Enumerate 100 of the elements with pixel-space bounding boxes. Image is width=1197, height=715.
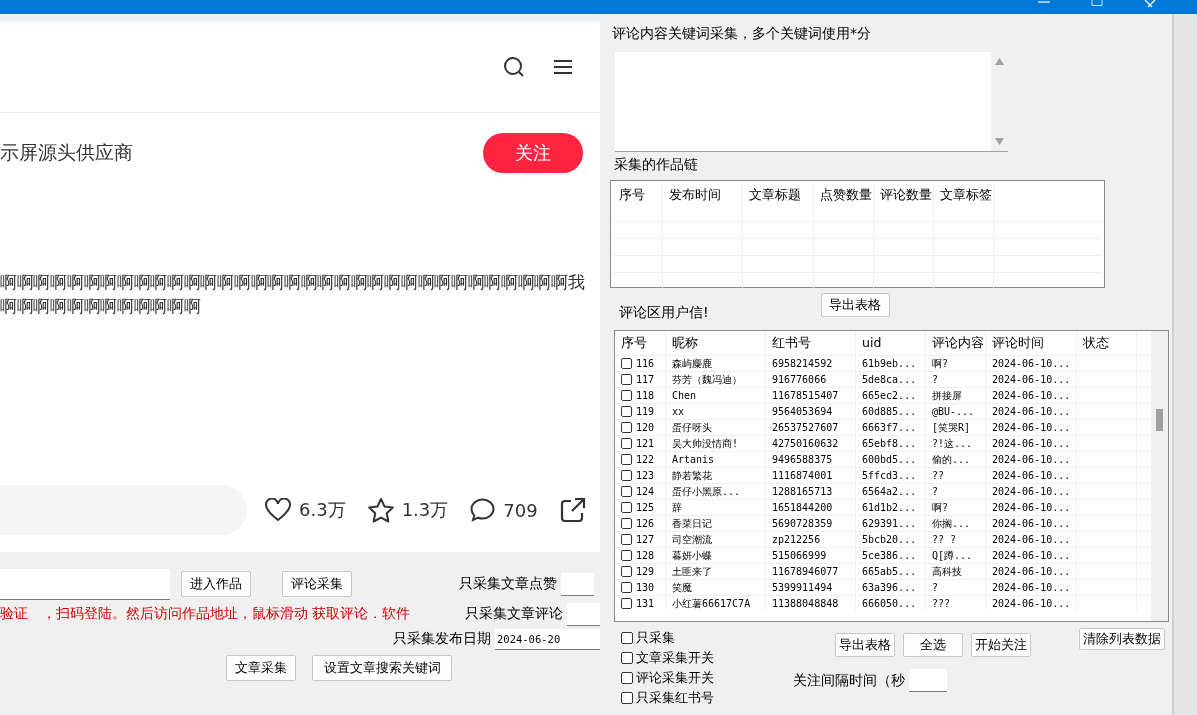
- table-cell: 啊?: [926, 500, 986, 515]
- table-cell: 司空潮流: [666, 532, 766, 547]
- table-cell: 笑魔: [666, 580, 766, 595]
- row-checkbox[interactable]: [621, 390, 632, 401]
- table-cell: [笑哭R]: [926, 420, 986, 435]
- table-cell: 辞: [666, 500, 766, 515]
- action-button[interactable]: 全选: [903, 633, 963, 657]
- search-icon[interactable]: [503, 56, 525, 78]
- close-icon[interactable]: [1143, 0, 1157, 8]
- table-cell: 吴大帅没情商!: [666, 436, 766, 451]
- column-header[interactable]: 评论内容: [926, 331, 986, 355]
- date-field[interactable]: 2024-06-20: [495, 628, 600, 650]
- table-cell: 5ffcd3...: [856, 468, 926, 483]
- column-header[interactable]: 序号: [615, 331, 666, 355]
- table-cell: 629391...: [856, 516, 926, 531]
- row-checkbox[interactable]: [621, 486, 632, 497]
- table-cell: 2024-06-10...: [986, 580, 1077, 595]
- row-checkbox[interactable]: [621, 534, 632, 545]
- works-label: 采集的作品链: [614, 156, 699, 174]
- column-header[interactable]: 发布时间: [663, 183, 743, 221]
- author-name: 示屏源头供应商: [0, 140, 133, 165]
- column-header[interactable]: uid: [856, 331, 926, 355]
- table-cell-text: 131: [636, 597, 655, 611]
- table-cell: Artanis: [666, 452, 766, 467]
- row-checkbox[interactable]: [621, 374, 632, 385]
- menu-icon[interactable]: [553, 59, 573, 75]
- table-cell: 5690728359: [766, 516, 856, 531]
- column-header[interactable]: 文章标题: [743, 183, 814, 221]
- option-checkbox[interactable]: 只采集红书号: [621, 688, 781, 708]
- action-button[interactable]: 导出表格: [835, 633, 895, 657]
- row-checkbox[interactable]: [621, 438, 632, 449]
- column-header[interactable]: 评论时间: [986, 331, 1077, 355]
- row-checkbox[interactable]: [621, 406, 632, 417]
- share-icon[interactable]: [559, 497, 586, 523]
- table-cell: 60d885...: [856, 404, 926, 419]
- collect-articles-button[interactable]: 文章采集: [226, 655, 296, 681]
- row-checkbox[interactable]: [621, 470, 632, 481]
- row-checkbox[interactable]: [621, 502, 632, 513]
- action-button[interactable]: 开始关注: [971, 633, 1031, 657]
- star-icon[interactable]: [367, 497, 394, 523]
- table-cell: 你搁...: [926, 516, 986, 531]
- table-cell: 高科技: [926, 564, 986, 579]
- table-cell: 小红薯66617C7A: [666, 596, 766, 611]
- table-cell: 2024-06-10...: [986, 596, 1077, 611]
- interval-field[interactable]: [909, 669, 947, 692]
- maximize-icon[interactable]: [1091, 0, 1103, 6]
- table-cell: 森屿麋鹿: [666, 356, 766, 371]
- follow-button[interactable]: 关注: [483, 133, 583, 173]
- stat-count: 1.3万: [401, 498, 449, 522]
- minimize-icon[interactable]: [1037, 0, 1051, 6]
- table-cell: ?!这...: [926, 436, 986, 451]
- column-header[interactable]: 点赞数量: [814, 183, 874, 221]
- table-cell-text: 125: [636, 501, 655, 515]
- table-cell: 6564a2...: [856, 484, 926, 499]
- table-cell-text: 117: [636, 373, 655, 387]
- table-cell-text: 122: [636, 453, 655, 467]
- option-checkbox[interactable]: 只采集: [621, 628, 781, 648]
- option-checkbox[interactable]: 评论采集开关: [621, 668, 781, 688]
- table-cell: 61b9eb...: [856, 356, 926, 371]
- table-cell: 2024-06-10...: [986, 516, 1077, 531]
- table-cell: xx: [666, 404, 766, 419]
- search-keywords-button[interactable]: 设置文章搜索关键词: [312, 655, 452, 681]
- table-cell: 9496588375: [766, 452, 856, 467]
- table-cell: ?: [926, 372, 986, 387]
- column-header[interactable]: 状态: [1077, 331, 1137, 355]
- column-header[interactable]: 红书号: [766, 331, 856, 355]
- row-checkbox[interactable]: [621, 358, 632, 369]
- table-cell: 2024-06-10...: [986, 356, 1077, 371]
- table-cell: 2024-06-10...: [986, 564, 1077, 579]
- column-header[interactable]: 文章标签: [934, 183, 994, 221]
- table-cell: 2024-06-10...: [986, 404, 1077, 419]
- table-cell: 拼接屏: [926, 388, 986, 403]
- like-filter-field[interactable]: [561, 572, 594, 596]
- enter-post-button[interactable]: 进入作品: [181, 571, 251, 597]
- row-checkbox[interactable]: [621, 550, 632, 561]
- table-cell: 61d1b2...: [856, 500, 926, 515]
- row-checkbox[interactable]: [621, 582, 632, 593]
- option-checkbox[interactable]: 文章采集开关: [621, 648, 781, 668]
- collect-comments-button[interactable]: 评论采集: [282, 571, 352, 597]
- table-cell: ?? ?: [926, 532, 986, 547]
- column-header[interactable]: 序号: [613, 183, 663, 221]
- comment-filter-field[interactable]: [567, 602, 600, 626]
- column-header[interactable]: 评论数量: [874, 183, 934, 221]
- row-checkbox[interactable]: [621, 422, 632, 433]
- comment-icon[interactable]: [470, 498, 496, 522]
- row-checkbox[interactable]: [621, 518, 632, 529]
- heart-icon[interactable]: [265, 498, 291, 522]
- like-filter-label: 只采集文章点赞: [459, 575, 557, 593]
- row-checkbox[interactable]: [621, 598, 632, 609]
- clear-list-button[interactable]: 清除列表数据: [1079, 628, 1165, 650]
- row-checkbox[interactable]: [621, 566, 632, 577]
- column-header[interactable]: 昵称: [666, 331, 766, 355]
- table-cell: 11678515407: [766, 388, 856, 403]
- row-checkbox[interactable]: [621, 454, 632, 465]
- table-cell-text: 128: [636, 549, 655, 563]
- url-field[interactable]: [0, 568, 170, 600]
- scrollbar[interactable]: [1151, 331, 1168, 621]
- table-cell: 665ab5...: [856, 564, 926, 579]
- export-table-button[interactable]: 导出表格: [820, 293, 890, 317]
- table-cell: ??: [926, 468, 986, 483]
